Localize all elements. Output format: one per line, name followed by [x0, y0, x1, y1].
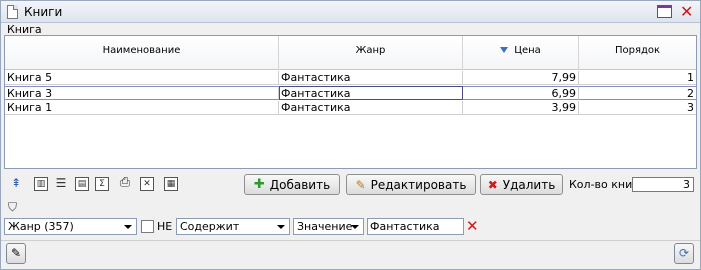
close-button[interactable]: ✕ [680, 2, 693, 21]
edit-mode-button[interactable]: ✎ [6, 243, 26, 264]
title-bar: Книги ✕ [1, 1, 700, 23]
filter-value-type-value: Значение [297, 220, 353, 233]
filter-value-input[interactable]: Фантастика [367, 218, 464, 235]
plus-icon: ✚ [253, 177, 265, 192]
filter-field-select[interactable]: Жанр (357) [4, 218, 137, 235]
refresh-button[interactable]: ⟳ [674, 243, 694, 264]
cell-name[interactable]: Книга 1 [5, 101, 279, 115]
column-header-name[interactable]: Наименование [5, 36, 279, 70]
books-grid: Наименование Жанр Цена Порядок Книга 5 Ф… [4, 35, 697, 169]
divider [1, 240, 700, 241]
edit-button[interactable]: ✎ Редактировать [346, 174, 476, 195]
cell-price[interactable]: 7,99 [463, 71, 579, 85]
cell-name[interactable]: Книга 5 [5, 71, 279, 85]
sort-descending-icon [500, 47, 509, 53]
cell-price[interactable]: 6,99 [463, 86, 579, 100]
document-icon [7, 5, 18, 19]
cell-genre[interactable]: Фантастика [279, 101, 463, 115]
filter-field-value: Жанр (357) [8, 220, 74, 233]
table-settings-icon[interactable]: ▤ [75, 177, 89, 191]
books-window: Книги ✕ Книга Наименование Жанр Цена Пор… [0, 0, 701, 270]
add-button-label: Добавить [269, 177, 331, 192]
filter-add-icon[interactable]: ⛉ [8, 200, 17, 215]
grid-settings-icon[interactable]: ▦ [164, 177, 178, 191]
book-count-label: Кол-во книг [569, 178, 639, 191]
table-row-selected[interactable]: Книга 3 Фантастика 6,99 2 [5, 86, 696, 100]
book-count-field: 3 [632, 177, 694, 192]
numbered-list-icon[interactable]: ☰ [54, 177, 68, 191]
column-header-label: Наименование [102, 45, 181, 56]
chevron-down-icon [351, 225, 359, 229]
window-title: Книги [24, 5, 63, 19]
cell-price[interactable]: 3,99 [463, 101, 579, 115]
export-excel-icon[interactable]: ✕ [140, 177, 154, 191]
cell-order[interactable]: 1 [579, 71, 696, 85]
chevron-down-icon [124, 225, 132, 229]
column-header-price[interactable]: Цена [463, 36, 579, 70]
column-header-label: Порядок [614, 45, 661, 56]
cell-name[interactable]: Книга 3 [5, 86, 279, 100]
filter-operator-select[interactable]: Содержит [176, 218, 290, 235]
delete-button-label: Удалить [502, 177, 556, 192]
column-header-label: Жанр [355, 45, 386, 56]
filter-value-type-select[interactable]: Значение [293, 218, 364, 235]
refresh-icon: ⟳ [678, 246, 690, 260]
table-row[interactable]: Книга 5 Фантастика 7,99 1 [5, 71, 696, 85]
not-checkbox[interactable] [141, 220, 154, 233]
columns-icon[interactable]: ▥ [34, 177, 48, 191]
column-header-genre[interactable]: Жанр [279, 36, 463, 70]
sum-icon[interactable]: Σ [95, 177, 109, 191]
pin-icon[interactable]: ⇞ [9, 177, 23, 191]
cell-genre[interactable]: Фантастика [279, 86, 463, 100]
filter-operator-value: Содержит [180, 220, 240, 233]
not-label: НЕ [157, 220, 173, 233]
delete-button[interactable]: ✖ Удалить [480, 174, 563, 195]
column-header-order[interactable]: Порядок [579, 36, 696, 70]
maximize-button[interactable] [657, 5, 672, 18]
cell-genre[interactable]: Фантастика [279, 71, 463, 85]
edit-button-label: Редактировать [370, 177, 467, 192]
table-row[interactable]: Книга 1 Фантастика 3,99 3 [5, 101, 696, 115]
pencil-icon: ✎ [355, 177, 366, 192]
delete-x-icon: ✖ [487, 177, 498, 192]
clear-filter-icon[interactable]: ✕ [466, 217, 479, 235]
cell-order[interactable]: 2 [579, 86, 696, 100]
add-button[interactable]: ✚ Добавить [244, 174, 340, 195]
column-header-label: Цена [514, 45, 541, 56]
pencil-icon: ✎ [10, 246, 22, 260]
print-icon[interactable]: ⎙ [118, 176, 132, 191]
chevron-down-icon [277, 225, 285, 229]
cell-order[interactable]: 3 [579, 101, 696, 115]
